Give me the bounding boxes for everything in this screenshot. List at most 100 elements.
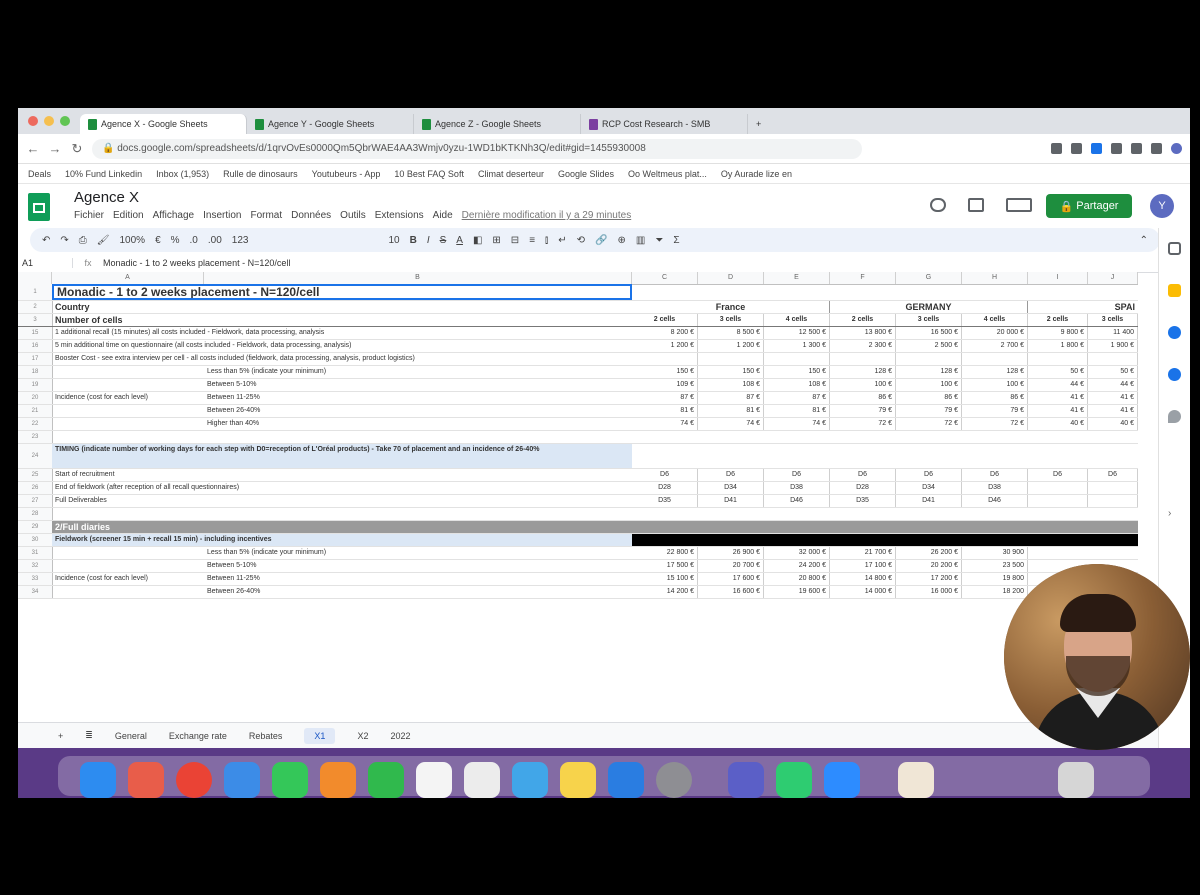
row-label-cell[interactable]: Between 11-25% xyxy=(204,573,632,585)
value-cell[interactable] xyxy=(1028,353,1088,365)
value-cell[interactable]: 81 € xyxy=(764,405,830,417)
value-cell[interactable]: 128 € xyxy=(830,366,896,378)
contacts-icon[interactable] xyxy=(1168,368,1181,381)
profile-icon[interactable] xyxy=(1171,143,1182,154)
maximize-window-button[interactable] xyxy=(60,116,70,126)
row-number[interactable]: 27 xyxy=(18,495,53,507)
column-header[interactable]: A xyxy=(52,272,204,284)
extension-icon[interactable] xyxy=(1051,143,1062,154)
row-label-cell[interactable]: Between 26-40% xyxy=(204,405,632,417)
comments-icon[interactable] xyxy=(968,198,984,212)
value-cell[interactable]: 12 500 € xyxy=(764,327,830,339)
value-cell[interactable]: D28 xyxy=(830,482,896,494)
value-cell[interactable]: D6 xyxy=(1028,469,1088,481)
row-label-cell[interactable]: Start of recruitment xyxy=(52,469,632,481)
forward-icon[interactable]: → xyxy=(48,141,62,156)
menu-extensions[interactable]: Extensions xyxy=(375,210,424,221)
group-label-cell[interactable]: Incidence (cost for each level) xyxy=(52,573,204,585)
extension-icon[interactable] xyxy=(1091,143,1102,154)
bookmark-item[interactable]: Inbox (1,953) xyxy=(156,169,209,179)
url-input[interactable]: 🔒 docs.google.com/spreadsheets/d/1qrvOvE… xyxy=(92,138,862,159)
menu-donnees[interactable]: Données xyxy=(291,210,331,221)
document-title[interactable]: Agence X xyxy=(74,189,139,206)
row-number[interactable]: 20 xyxy=(18,392,53,404)
photos-icon[interactable] xyxy=(320,762,356,798)
value-cell[interactable] xyxy=(1028,495,1088,507)
menu-outils[interactable]: Outils xyxy=(340,210,366,221)
share-button[interactable]: 🔒 Partager xyxy=(1046,194,1132,218)
name-box[interactable]: A1 xyxy=(18,258,73,268)
value-cell[interactable]: 44 € xyxy=(1088,379,1138,391)
value-cell[interactable]: 72 € xyxy=(962,418,1028,430)
menu-insertion[interactable]: Insertion xyxy=(203,210,241,221)
value-cell[interactable]: D6 xyxy=(632,469,698,481)
app-store-icon[interactable] xyxy=(608,762,644,798)
row-number[interactable]: 24 xyxy=(18,444,53,468)
value-cell[interactable]: 19 600 € xyxy=(764,586,830,598)
menu-aide[interactable]: Aide xyxy=(433,210,453,221)
group-label-cell[interactable] xyxy=(52,379,204,391)
value-cell[interactable]: 16 500 € xyxy=(896,327,962,339)
value-cell[interactable]: 74 € xyxy=(632,418,698,430)
value-cell[interactable]: 74 € xyxy=(764,418,830,430)
value-cell[interactable]: 86 € xyxy=(962,392,1028,404)
value-cell[interactable]: D6 xyxy=(1088,469,1138,481)
value-cell[interactable]: 109 € xyxy=(632,379,698,391)
value-cell[interactable] xyxy=(698,353,764,365)
value-cell[interactable]: 128 € xyxy=(962,366,1028,378)
browser-tab[interactable]: Agence Y - Google Sheets xyxy=(247,114,414,134)
value-cell[interactable]: 50 € xyxy=(1028,366,1088,378)
menu-format[interactable]: Format xyxy=(250,210,282,221)
number-format-button[interactable]: 123 xyxy=(232,235,249,246)
browser-tab[interactable]: Agence Z - Google Sheets xyxy=(414,114,581,134)
borders-icon[interactable]: ⊞ xyxy=(492,235,500,246)
value-cell[interactable]: 32 000 € xyxy=(764,547,830,559)
value-cell[interactable] xyxy=(962,353,1028,365)
formula-input[interactable]: Monadic - 1 to 2 weeks placement - N=120… xyxy=(103,258,290,268)
value-cell[interactable]: 150 € xyxy=(764,366,830,378)
value-cell[interactable]: D34 xyxy=(698,482,764,494)
value-cell[interactable]: 128 € xyxy=(896,366,962,378)
value-cell[interactable]: 17 200 € xyxy=(896,573,962,585)
reload-icon[interactable]: ↻ xyxy=(70,141,84,157)
value-cell[interactable]: D6 xyxy=(830,469,896,481)
document-icon[interactable] xyxy=(898,762,934,798)
new-tab-button[interactable]: + xyxy=(748,114,784,134)
value-cell[interactable]: D6 xyxy=(962,469,1028,481)
value-cell[interactable]: 13 800 € xyxy=(830,327,896,339)
value-cell[interactable]: 14 000 € xyxy=(830,586,896,598)
row-number[interactable]: 1 xyxy=(18,284,53,300)
maps-icon[interactable] xyxy=(1168,410,1181,423)
zoom-select[interactable]: 100% xyxy=(119,235,145,246)
chevron-right-icon[interactable]: › xyxy=(1168,508,1181,521)
country-label-cell[interactable]: Country xyxy=(52,301,632,313)
value-cell[interactable]: 72 € xyxy=(830,418,896,430)
meet-icon[interactable] xyxy=(1006,198,1032,212)
extension-icon[interactable] xyxy=(1111,143,1122,154)
cells-header[interactable]: 3 cells xyxy=(1088,314,1138,326)
value-cell[interactable]: 100 € xyxy=(830,379,896,391)
rotate-icon[interactable]: ⟲ xyxy=(577,235,585,246)
bookmark-item[interactable]: 10% Fund Linkedin xyxy=(65,169,142,179)
redo-icon[interactable]: ↷ xyxy=(60,235,68,246)
row-number[interactable]: 18 xyxy=(18,366,53,378)
row-number[interactable]: 30 xyxy=(18,534,53,546)
column-header[interactable]: C xyxy=(632,272,698,284)
column-header[interactable]: I xyxy=(1028,272,1088,284)
sheet-tab[interactable]: Exchange rate xyxy=(169,731,227,741)
all-sheets-icon[interactable]: ≣ xyxy=(85,730,93,741)
value-cell[interactable] xyxy=(1088,495,1138,507)
value-cell[interactable]: 40 € xyxy=(1028,418,1088,430)
activity-icon[interactable] xyxy=(930,198,946,212)
notes-icon[interactable] xyxy=(560,762,596,798)
bookmark-item[interactable]: Deals xyxy=(28,169,51,179)
value-cell[interactable]: 1 800 € xyxy=(1028,340,1088,352)
link-icon[interactable]: 🔗 xyxy=(595,235,607,246)
row-label-cell[interactable]: 2/Full diaries xyxy=(52,521,1138,533)
row-number[interactable]: 16 xyxy=(18,340,53,352)
value-cell[interactable]: 41 € xyxy=(1028,405,1088,417)
value-cell[interactable]: 41 € xyxy=(1088,392,1138,404)
italic-button[interactable]: I xyxy=(427,235,430,246)
menu-affichage[interactable]: Affichage xyxy=(153,210,195,221)
safari-icon[interactable] xyxy=(224,762,260,798)
